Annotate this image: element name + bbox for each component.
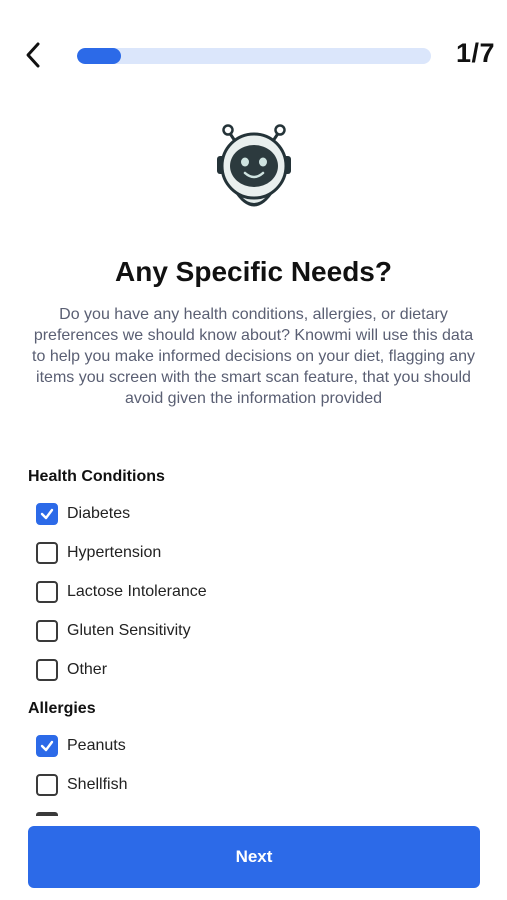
option-label: Other (67, 661, 108, 678)
checkmark-icon (40, 508, 54, 520)
section-label-allergies: Allergies (28, 700, 96, 717)
checkbox[interactable] (36, 735, 58, 757)
page-title: Any Specific Needs? (115, 256, 392, 287)
option-label: Gluten Sensitivity (67, 622, 191, 639)
checkbox[interactable] (36, 542, 58, 564)
checkbox-option-peanuts[interactable]: Peanuts (36, 734, 126, 758)
checkmark-icon (40, 740, 54, 752)
option-label: Peanuts (67, 737, 126, 754)
section-label-health-conditions: Health Conditions (28, 468, 165, 485)
checkbox-option-hypertension[interactable]: Hypertension (36, 541, 161, 565)
checkbox-option-shellfish[interactable]: Shellfish (36, 773, 127, 797)
next-button[interactable]: Next (28, 826, 480, 888)
checkbox[interactable] (36, 620, 58, 642)
back-button[interactable] (18, 40, 48, 70)
option-label: Lactose Intolerance (67, 583, 207, 600)
checkbox[interactable] (36, 774, 58, 796)
page-description: Do you have any health conditions, aller… (32, 306, 475, 407)
partially-hidden-checkbox[interactable] (36, 812, 58, 816)
checkbox-option-diabetes[interactable]: Diabetes (36, 502, 130, 526)
checkbox[interactable] (36, 659, 58, 681)
checkbox[interactable] (36, 503, 58, 525)
step-counter: 1/7 (455, 38, 495, 68)
option-label: Shellfish (67, 776, 128, 793)
chevron-left-icon (26, 42, 40, 68)
option-label: Diabetes (67, 505, 131, 522)
checkbox[interactable] (36, 581, 58, 603)
checkbox-option-lactose-intolerance[interactable]: Lactose Intolerance (36, 580, 207, 604)
top-bar: 1/7 (0, 0, 507, 110)
robot-icon (217, 124, 291, 207)
checkbox-option-gluten-sensitivity[interactable]: Gluten Sensitivity (36, 619, 191, 643)
checkbox-option-other[interactable]: Other (36, 658, 107, 682)
progress-bar (77, 48, 431, 64)
option-label: Hypertension (67, 544, 162, 561)
progress-bar-fill (77, 48, 122, 64)
